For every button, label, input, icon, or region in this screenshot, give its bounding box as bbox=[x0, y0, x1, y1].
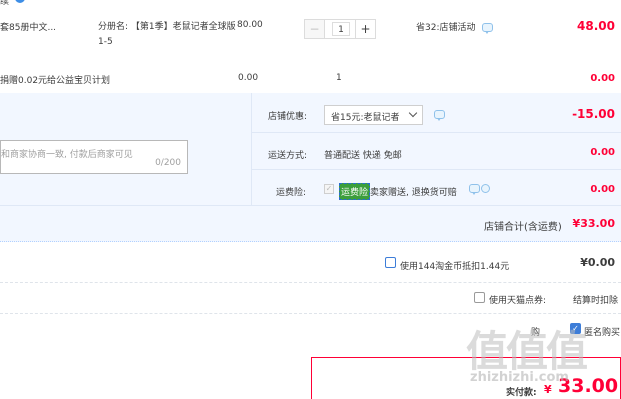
shop-discount-label: 店铺优惠: bbox=[268, 112, 308, 122]
message-counter: 0/200 bbox=[155, 158, 181, 168]
shop-total-label: 店铺合计(含运费) bbox=[484, 222, 562, 233]
message-textarea[interactable]: 和商家协商一致, 付款后商家可见 0/200 bbox=[0, 140, 188, 174]
header-fragment: 续 bbox=[0, 0, 40, 7]
order-panel: 和商家协商一致, 付款后商家可见 0/200 店铺优惠: 省15元:老鼠记者 -… bbox=[0, 93, 621, 242]
tmall-points-label: 使用天猫点券: bbox=[489, 296, 547, 306]
shipping-label: 运送方式: bbox=[268, 151, 308, 161]
anonymous-label: 匿名购买 bbox=[584, 328, 621, 338]
help-icon[interactable] bbox=[481, 184, 490, 193]
shop-total-value: ¥33.00 bbox=[572, 217, 615, 230]
divider bbox=[0, 282, 621, 283]
order-panel-hline-1 bbox=[251, 132, 621, 133]
order-panel-divider bbox=[251, 93, 252, 205]
insurance-text: 卖家赠送, 退换货可赔 bbox=[370, 188, 457, 198]
shop-discount-select[interactable]: 省15元:老鼠记者 bbox=[324, 105, 423, 125]
tmall-points-value: 结算时扣除 bbox=[573, 296, 619, 306]
order-panel-hline-2 bbox=[251, 169, 621, 170]
order-panel-hline-3 bbox=[0, 205, 621, 206]
quantity-input[interactable]: 1 bbox=[332, 22, 350, 36]
insurance-badge: 运费险 bbox=[339, 183, 371, 200]
item-total: 48.00 bbox=[577, 19, 615, 33]
charity-total: 0.00 bbox=[590, 73, 615, 84]
insurance-checkbox[interactable]: ✓ bbox=[324, 184, 334, 194]
chat-icon[interactable] bbox=[469, 184, 490, 195]
item-discount-text: 省32:店铺活动 bbox=[416, 23, 476, 33]
insurance-amount: 0.00 bbox=[590, 184, 615, 195]
chat-icon[interactable] bbox=[482, 23, 494, 34]
charity-price: 0.00 bbox=[238, 73, 259, 83]
coins-label: 使用144淘金币抵扣1.44元 bbox=[400, 262, 510, 272]
shop-discount-amount: -15.00 bbox=[572, 107, 615, 121]
decrease-button[interactable]: − bbox=[305, 20, 325, 38]
item-discount: 省32:店铺活动 bbox=[416, 20, 494, 34]
message-placeholder: 和商家协商一致, 付款后商家可见 bbox=[1, 150, 133, 160]
shop-discount-value: 省15元:老鼠记者 bbox=[331, 113, 400, 123]
item-unit-price: 80.00 bbox=[237, 20, 263, 30]
chat-icon[interactable] bbox=[434, 110, 445, 121]
coins-value: ¥0.00 bbox=[580, 256, 615, 269]
coins-checkbox[interactable] bbox=[385, 257, 396, 268]
pay-label: 实付款: bbox=[506, 388, 537, 398]
shipping-amount: 0.00 bbox=[590, 147, 615, 158]
info-icon bbox=[15, 0, 25, 3]
charity-label[interactable]: 捐赠0.02元给公益宝贝计划 bbox=[0, 73, 110, 86]
shipping-value: 普通配送 快递 免邮 bbox=[324, 151, 402, 161]
item-variant: 分册名: 【第1季】老鼠记者全球版 1-5 bbox=[98, 22, 236, 47]
watermark-site: zhizhizhi.com bbox=[470, 370, 569, 385]
item-title[interactable]: 套85册中文... bbox=[0, 20, 56, 33]
increase-button[interactable]: + bbox=[355, 20, 375, 38]
charity-quantity: 1 bbox=[336, 73, 342, 83]
chevron-down-icon bbox=[408, 108, 418, 118]
tmall-points-checkbox[interactable] bbox=[474, 292, 485, 303]
divider bbox=[0, 313, 621, 314]
quantity-stepper[interactable]: − 1 + bbox=[304, 19, 376, 39]
insurance-label: 运费险: bbox=[276, 188, 307, 198]
